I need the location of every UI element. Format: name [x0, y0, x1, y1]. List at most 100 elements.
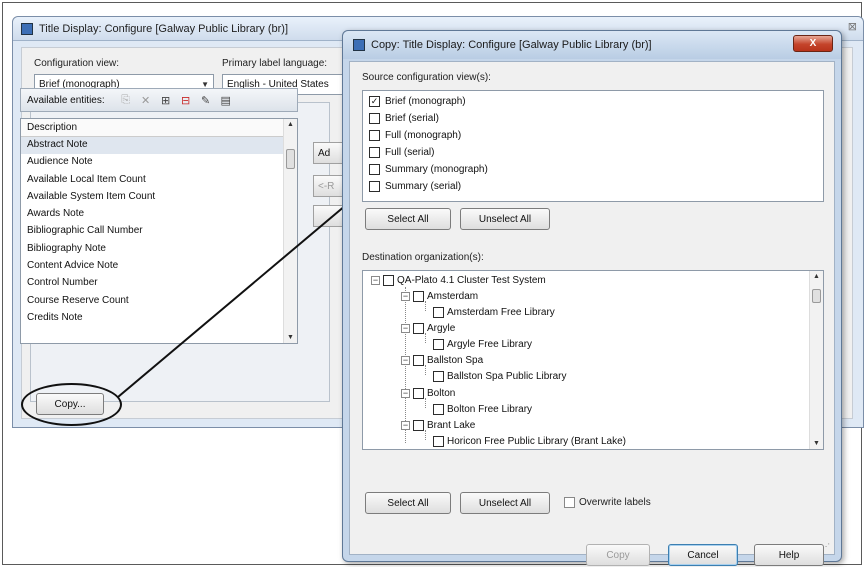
dialog-client: Source configuration view(s): ✓ Brief (m…: [349, 61, 835, 566]
tree-node-library[interactable]: Amsterdam Free Library: [433, 304, 555, 320]
tree-node-label: Bolton: [427, 387, 456, 399]
source-unselect-all-button[interactable]: Unselect All: [460, 208, 550, 230]
tree-node-library[interactable]: Argyle Free Library: [433, 336, 532, 352]
tree-node-group[interactable]: − Amsterdam: [401, 288, 478, 304]
collapse-icon[interactable]: −: [401, 323, 410, 333]
tree-node-group[interactable]: − Brant Lake: [401, 417, 475, 433]
collapse-icon[interactable]: −: [401, 355, 410, 365]
list-item[interactable]: Content Advice Note: [21, 258, 297, 275]
source-views-list[interactable]: ✓ Brief (monograph) Brief (serial) Full …: [362, 90, 824, 202]
available-entities-toolbar: Available entities: ⎘ ✕ ⊞ ⊟ ✎ ▤: [20, 88, 298, 112]
entity-list-header[interactable]: Description: [21, 119, 297, 137]
tree-node-label: Argyle: [427, 322, 456, 334]
source-view-brief-monograph[interactable]: ✓ Brief (monograph): [363, 93, 823, 110]
checkbox[interactable]: [413, 290, 424, 302]
list-item[interactable]: Audience Note: [21, 154, 297, 171]
destination-unselect-all-button[interactable]: Unselect All: [460, 492, 550, 514]
overwrite-labels-checkbox[interactable]: [564, 497, 575, 508]
source-view-full-serial[interactable]: Full (serial): [363, 144, 823, 161]
help-button[interactable]: Help: [754, 544, 824, 566]
checkbox[interactable]: [413, 322, 424, 334]
checkbox[interactable]: [369, 130, 380, 141]
tree-node-library[interactable]: Ballston Spa Public Library: [433, 368, 567, 384]
list-item[interactable]: Bibliographic Call Number: [21, 223, 297, 240]
properties-icon[interactable]: ▤: [219, 94, 233, 107]
tree-node-label: Argyle Free Library: [447, 338, 533, 350]
overwrite-labels-option[interactable]: Overwrite labels: [564, 497, 651, 508]
add-button[interactable]: Ad: [313, 142, 343, 164]
remove-button-label: <-R: [318, 181, 335, 192]
entity-list-scrollbar[interactable]: ▲ ▼: [283, 119, 297, 343]
tree-node-root[interactable]: − QA-Plato 4.1 Cluster Test System: [371, 272, 546, 288]
list-item[interactable]: Credits Note: [21, 310, 297, 327]
copy-icon[interactable]: ⎘: [119, 94, 133, 107]
tree-node-library[interactable]: Bolton Free Library: [433, 401, 532, 417]
checkbox[interactable]: [433, 370, 444, 382]
scrollbar-thumb[interactable]: [286, 149, 295, 169]
tree-node-group[interactable]: − Ballston Spa: [401, 352, 483, 368]
source-view-summary-monograph[interactable]: Summary (monograph): [363, 161, 823, 178]
list-item[interactable]: Awards Note: [21, 206, 297, 223]
checkbox[interactable]: [369, 113, 380, 124]
list-item[interactable]: Bibliography Note: [21, 241, 297, 258]
scroll-up-icon[interactable]: ▲: [810, 273, 823, 280]
source-select-all-button[interactable]: Select All: [365, 208, 451, 230]
list-item[interactable]: Available System Item Count: [21, 189, 297, 206]
dialog-title: Copy: Title Display: Configure [Galway P…: [371, 39, 652, 51]
tree-node-library[interactable]: Horicon Free Public Library (Brant Lake): [433, 433, 626, 449]
list-item[interactable]: Abstract Note: [21, 137, 297, 155]
source-view-full-monograph[interactable]: Full (monograph): [363, 127, 823, 144]
scroll-up-icon[interactable]: ▲: [284, 121, 297, 128]
checkbox[interactable]: [383, 274, 394, 286]
scroll-down-icon[interactable]: ▼: [284, 334, 297, 341]
checkbox[interactable]: [413, 387, 424, 399]
add-entity-icon[interactable]: ⊞: [159, 94, 173, 107]
main-window-title: Title Display: Configure [Galway Public …: [39, 22, 289, 35]
delete-icon[interactable]: ✕: [139, 94, 153, 107]
collapse-icon[interactable]: −: [401, 420, 410, 430]
tree-node-label: Amsterdam: [427, 290, 479, 302]
tree-node-group[interactable]: − Argyle: [401, 320, 455, 336]
destination-select-all-button[interactable]: Select All: [365, 492, 451, 514]
cancel-button[interactable]: Cancel: [668, 544, 738, 566]
source-view-summary-serial[interactable]: Summary (serial): [363, 178, 823, 195]
list-item[interactable]: Course Reserve Count: [21, 293, 297, 310]
tree-node-group[interactable]: − Bolton: [401, 385, 455, 401]
list-item[interactable]: Available Local Item Count: [21, 172, 297, 189]
destination-tree[interactable]: − QA-Plato 4.1 Cluster Test System − Ams…: [362, 270, 824, 450]
checkbox[interactable]: [413, 419, 424, 431]
app-icon: [353, 39, 365, 51]
side-button[interactable]: [313, 205, 343, 227]
source-view-label: Full (monograph): [385, 130, 462, 141]
close-button[interactable]: X: [793, 35, 833, 52]
copy-confirm-button[interactable]: Copy: [586, 544, 650, 566]
close-icon: X: [809, 38, 817, 49]
checkbox[interactable]: [433, 306, 444, 318]
source-view-label: Summary (serial): [385, 181, 462, 192]
checkbox[interactable]: [369, 147, 380, 158]
scrollbar-thumb[interactable]: [812, 289, 821, 303]
edit-icon[interactable]: ✎: [199, 94, 213, 107]
add-button-label: Ad: [318, 148, 331, 159]
collapse-icon[interactable]: −: [371, 275, 380, 285]
collapse-icon[interactable]: −: [401, 291, 410, 301]
checkbox[interactable]: [433, 403, 444, 415]
checkbox[interactable]: ✓: [369, 96, 380, 107]
checkbox[interactable]: [369, 181, 380, 192]
main-close-icon[interactable]: ⊠: [848, 20, 857, 33]
remove-entity-icon[interactable]: ⊟: [179, 94, 193, 107]
scroll-down-icon[interactable]: ▼: [810, 440, 823, 447]
highlight-ellipse: [21, 383, 122, 426]
checkbox[interactable]: [433, 435, 444, 447]
checkbox[interactable]: [413, 354, 424, 366]
checkbox[interactable]: [433, 338, 444, 350]
entity-list[interactable]: Description Abstract Note Audience Note …: [20, 118, 298, 344]
list-item[interactable]: Control Number: [21, 275, 297, 292]
resize-grip-icon[interactable]: ⋰: [822, 542, 832, 552]
checkbox[interactable]: [369, 164, 380, 175]
source-view-brief-serial[interactable]: Brief (serial): [363, 110, 823, 127]
collapse-icon[interactable]: −: [401, 388, 410, 398]
destination-tree-scrollbar[interactable]: ▲ ▼: [809, 271, 823, 449]
remove-button[interactable]: <-R: [313, 175, 343, 197]
primary-label-language-label: Primary label language:: [222, 58, 328, 69]
